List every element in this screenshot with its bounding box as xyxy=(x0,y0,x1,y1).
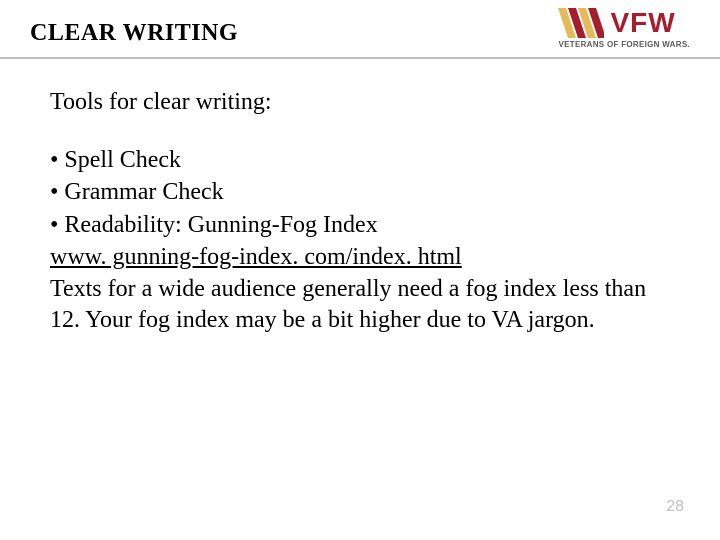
bullet-text: Spell Check xyxy=(64,147,181,173)
bullet-text: Grammar Check xyxy=(64,179,223,205)
vfw-logo: VFW VETERANS OF FOREIGN WARS. xyxy=(558,8,690,49)
logo-stripes-icon xyxy=(558,8,604,38)
logo-subtext: VETERANS OF FOREIGN WARS. xyxy=(558,40,690,49)
slide-content: Tools for clear writing: • Spell Check •… xyxy=(0,59,720,336)
bullet-item: • Grammar Check xyxy=(50,176,670,208)
readability-link[interactable]: www. gunning-fog-index. com/index. html xyxy=(50,244,462,270)
slide-header: CLEAR WRITING VFW VETERANS OF FOREIGN WA… xyxy=(0,0,720,59)
body-paragraph: Texts for a wide audience generally need… xyxy=(50,274,670,336)
bullet-item: • Readability: Gunning-Fog Index xyxy=(50,209,670,241)
logo-text: VFW xyxy=(610,9,675,37)
bullet-text: Readability: Gunning-Fog Index xyxy=(64,212,377,238)
logo-row: VFW xyxy=(558,8,690,38)
page-number: 28 xyxy=(666,498,684,516)
intro-text: Tools for clear writing: xyxy=(50,89,670,116)
bullet-list: • Spell Check • Grammar Check • Readabil… xyxy=(50,144,670,336)
bullet-item: • Spell Check xyxy=(50,144,670,176)
